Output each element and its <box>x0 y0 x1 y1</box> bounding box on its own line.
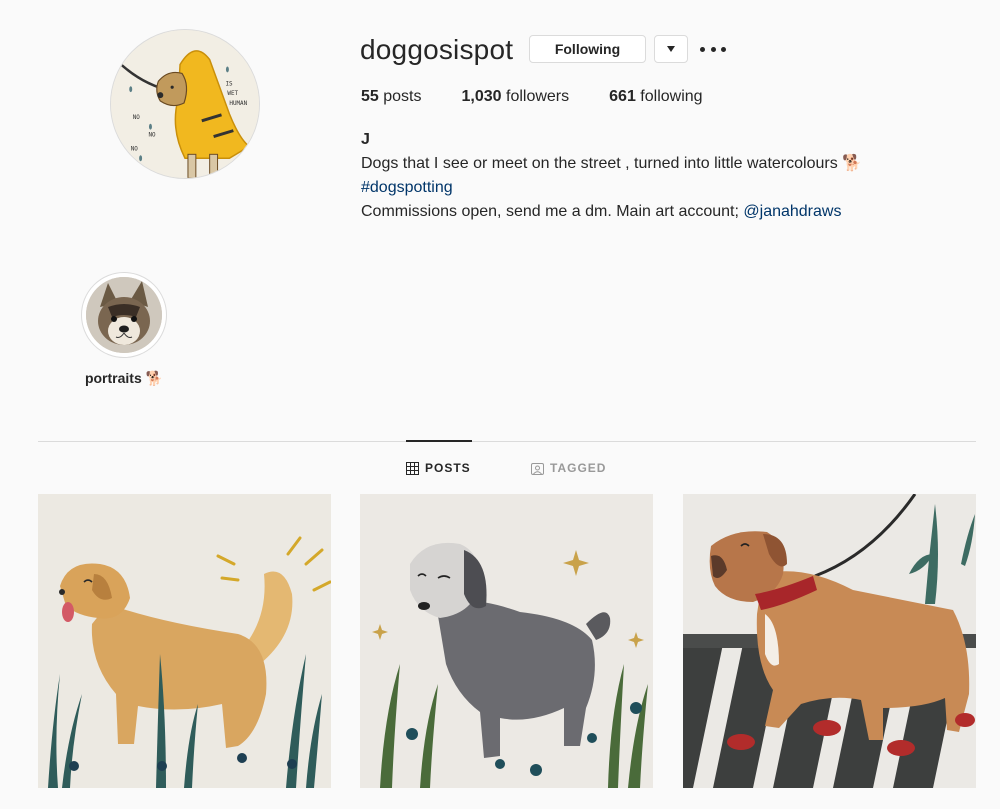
profile-full-name: J <box>361 131 370 148</box>
avatar-word-1: IS <box>225 81 233 87</box>
profile-avatar[interactable]: IS WET HUMAN NO NO NO <box>110 29 260 179</box>
followers-stat[interactable]: 1,030 followers <box>462 87 570 107</box>
grey-dog-painting <box>360 494 653 788</box>
profile-bio: J Dogs that I see or meet on the street … <box>361 128 961 224</box>
avatar-word-2: WET <box>227 91 238 97</box>
tab-tagged[interactable]: TAGGED <box>531 460 606 476</box>
avatar-word-5: NO <box>148 133 156 139</box>
followers-count: 1,030 <box>461 88 502 105</box>
post-thumbnail[interactable] <box>38 494 331 788</box>
following-button[interactable]: Following <box>529 35 646 63</box>
story-highlight[interactable]: portraits 🐕 <box>80 272 168 387</box>
highlight-cover <box>86 277 162 353</box>
tab-posts-label: POSTS <box>425 461 471 475</box>
chevron-down-icon <box>667 46 675 52</box>
posts-count: 55 <box>361 88 379 105</box>
hashtag-link[interactable]: #dogspotting <box>361 179 453 196</box>
avatar-word-6: NO <box>131 146 139 152</box>
posts-stat: 55 posts <box>361 87 422 107</box>
following-label: following <box>640 88 703 105</box>
post-thumbnail[interactable] <box>683 494 976 788</box>
followers-label: followers <box>506 88 570 105</box>
dot-icon <box>710 46 716 52</box>
profile-stats: 55 posts 1,030 followers 661 following <box>361 87 743 107</box>
highlight-cover-image <box>86 277 162 353</box>
tab-posts[interactable]: POSTS <box>406 460 471 476</box>
post-thumbnail[interactable] <box>360 494 653 788</box>
dot-icon <box>721 46 726 52</box>
golden-retriever-painting <box>38 494 331 788</box>
dot-icon <box>700 46 705 52</box>
following-count: 661 <box>609 88 636 105</box>
mention-link[interactable]: @janahdraws <box>743 203 841 220</box>
suggestions-dropdown-button[interactable] <box>654 35 688 63</box>
following-stat[interactable]: 661 following <box>609 87 702 107</box>
avatar-word-4: NO <box>133 115 141 121</box>
tabs-divider <box>38 441 976 442</box>
boxer-dog-painting <box>683 494 976 788</box>
avatar-word-3: HUMAN <box>229 101 247 107</box>
highlight-ring <box>81 272 167 358</box>
bio-description: Dogs that I see or meet on the street , … <box>361 155 863 172</box>
tagged-icon <box>531 462 544 475</box>
avatar-illustration: IS WET HUMAN NO NO NO <box>111 30 259 178</box>
more-options-button[interactable] <box>700 38 726 60</box>
highlight-label: portraits 🐕 <box>84 370 164 386</box>
posts-label: posts <box>383 88 422 105</box>
profile-username: doggosispot <box>360 34 514 65</box>
active-tab-indicator <box>406 440 472 442</box>
grid-icon <box>406 461 419 475</box>
bio-commissions-text: Commissions open, send me a dm. Main art… <box>361 203 744 220</box>
tab-tagged-label: TAGGED <box>550 461 607 475</box>
bio-commissions-line: Commissions open, send me a dm. Main art… <box>361 200 961 224</box>
